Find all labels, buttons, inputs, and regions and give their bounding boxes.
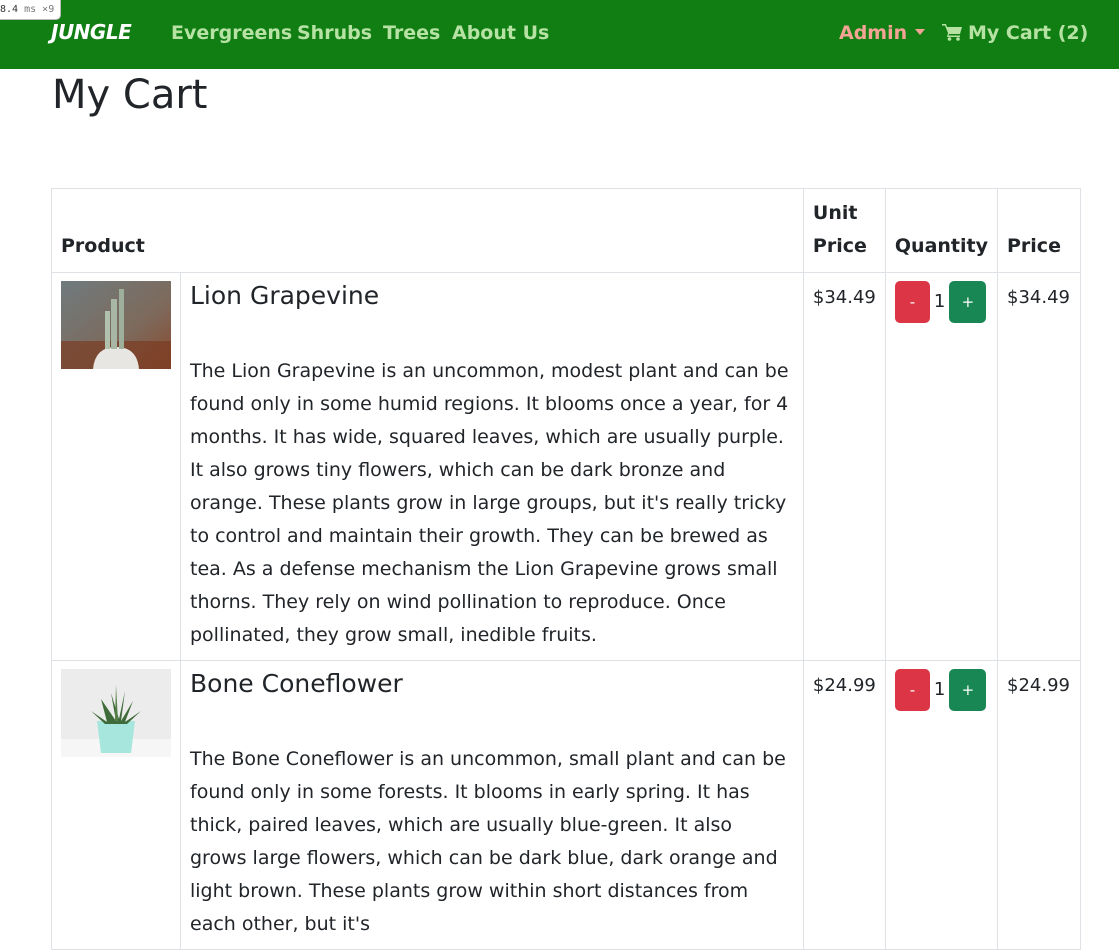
unit-price-cell: $24.99 [802,660,886,950]
product-description: The Lion Grapevine is an uncommon, modes… [190,360,789,646]
nav-link-shrubs[interactable]: Shrubs [297,22,372,44]
admin-label: Admin [839,22,908,44]
header-unit-price: Unit Price [802,188,886,273]
perf-unit: ms [24,4,37,15]
perf-overlay: 8.4 ms ×9 [0,0,62,20]
cart-table: Product Unit Price Quantity Price Lion G… [51,188,1081,950]
product-image-bone-coneflower [61,669,171,757]
header-product: Product [51,188,804,273]
product-info-cell: Lion Grapevine The Lion Grapevine is an … [180,272,804,661]
my-cart-link[interactable]: My Cart (2) [942,22,1088,44]
table-header-row: Product Unit Price Quantity Price [51,188,1081,273]
product-image-cell [51,272,181,661]
caret-down-icon [915,29,926,35]
decrease-quantity-button[interactable]: - [894,281,930,323]
quantity-cell: -1 + [884,660,999,950]
perf-value: 8.4 [0,4,19,15]
my-cart-label: My Cart (2) [968,22,1089,44]
price-cell: $24.99 [997,660,1081,950]
product-image-lion-grapevine [61,281,171,369]
top-navbar: JUNGLE Evergreens Shrubs Trees About Us … [0,0,1119,69]
header-quantity: Quantity [884,188,999,273]
quantity-cell: -1 + [884,272,999,661]
nav-link-trees[interactable]: Trees [383,22,440,44]
product-image-cell [51,660,181,950]
page-title: My Cart [52,72,208,118]
unit-price-cell: $34.49 [802,272,886,661]
quantity-value: 1 [933,679,946,700]
product-name: Lion Grapevine [190,281,380,310]
brand-logo[interactable]: JUNGLE [51,20,132,44]
table-row: Bone Coneflower The Bone Coneflower is a… [51,660,1081,950]
table-row: Lion Grapevine The Lion Grapevine is an … [51,272,1081,661]
perf-count: ×9 [42,4,55,15]
product-description: The Bone Coneflower is an uncommon, smal… [190,748,786,935]
shopping-cart-icon [942,24,962,41]
admin-dropdown[interactable]: Admin [839,22,926,44]
header-price: Price [997,188,1081,273]
nav-link-about-us[interactable]: About Us [452,22,549,44]
increase-quantity-button[interactable]: + [949,669,987,711]
product-info-cell: Bone Coneflower The Bone Coneflower is a… [180,660,804,950]
nav-link-evergreens[interactable]: Evergreens [171,22,292,44]
price-cell: $34.49 [997,272,1081,661]
decrease-quantity-button[interactable]: - [894,669,930,711]
increase-quantity-button[interactable]: + [949,281,987,323]
quantity-value: 1 [933,291,946,312]
product-name: Bone Coneflower [190,669,403,698]
